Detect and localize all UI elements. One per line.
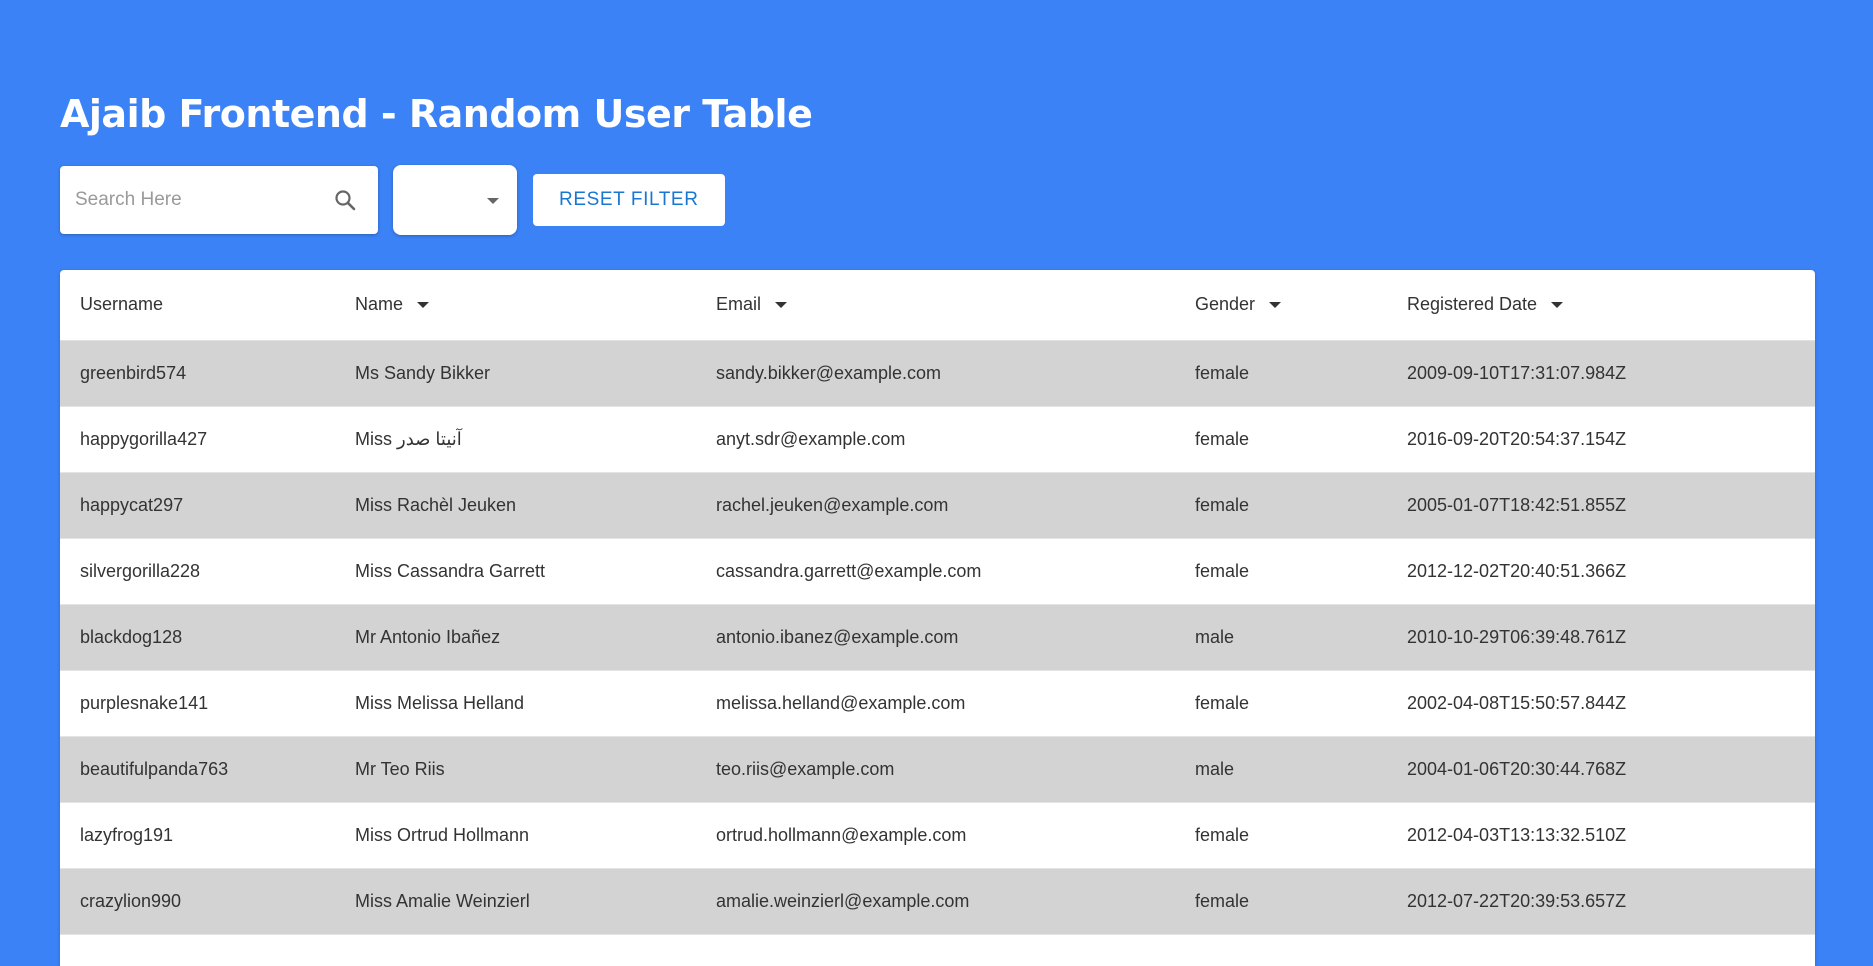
- cell-gender: male: [1195, 736, 1407, 803]
- cell-gender: female: [1195, 670, 1407, 737]
- table-row: crazylion990 Miss Amalie Weinzierl amali…: [60, 868, 1815, 935]
- user-table-card: Username Name Email Gender Registered Da…: [60, 270, 1815, 966]
- table-row: purplesnake141 Miss Melissa Helland meli…: [60, 670, 1815, 737]
- cell-email: melissa.helland@example.com: [716, 670, 1195, 737]
- cell-name: Miss Rachèl Jeuken: [355, 472, 716, 539]
- table-row: happycat297 Miss Rachèl Jeuken rachel.je…: [60, 472, 1815, 539]
- gender-filter-select[interactable]: [393, 165, 517, 235]
- table-row: blackdog128 Mr Antonio Ibañez antonio.ib…: [60, 604, 1815, 671]
- cell-gender: female: [1195, 868, 1407, 935]
- cell-username: happycat297: [60, 472, 355, 539]
- table-header-row: Username Name Email Gender Registered Da…: [60, 270, 1815, 341]
- table-row: lazyfrog191 Miss Ortrud Hollmann ortrud.…: [60, 802, 1815, 869]
- cell-email: sandy.bikker@example.com: [716, 340, 1195, 407]
- column-header-label: Username: [80, 294, 164, 315]
- cell-email: cassandra.garrett@example.com: [716, 538, 1195, 605]
- cell-username: silvergorilla228: [60, 538, 355, 605]
- cell-username: crazylion990: [60, 868, 355, 935]
- cell-gender: male: [1195, 604, 1407, 671]
- cell-email: amalie.weinzierl@example.com: [716, 868, 1195, 935]
- column-header-label: Gender: [1195, 294, 1256, 315]
- table-row: greenbird574 Ms Sandy Bikker sandy.bikke…: [60, 340, 1815, 407]
- cell-email: teo.riis@example.com: [716, 736, 1195, 803]
- cell-username: lazyfrog191: [60, 802, 355, 869]
- sort-caret-icon[interactable]: [1269, 301, 1282, 308]
- cell-name: Miss Melissa Helland: [355, 670, 716, 737]
- cell-name: Miss آنیتا صدر: [355, 406, 716, 473]
- page-title: Ajaib Frontend - Random User Table: [60, 92, 813, 136]
- search-icon[interactable]: [332, 187, 358, 213]
- cell-gender: female: [1195, 538, 1407, 605]
- search-input[interactable]: [75, 189, 332, 211]
- cell-gender: female: [1195, 340, 1407, 407]
- cell-email: ortrud.hollmann@example.com: [716, 802, 1195, 869]
- cell-email: antonio.ibanez@example.com: [716, 604, 1195, 671]
- cell-gender: female: [1195, 472, 1407, 539]
- cell-username: beautifulpanda763: [60, 736, 355, 803]
- cell-registered-date: 2012-07-22T20:39:53.657Z: [1407, 868, 1815, 935]
- sort-caret-icon[interactable]: [1551, 301, 1564, 308]
- sort-caret-icon[interactable]: [775, 301, 788, 308]
- search-box[interactable]: [60, 166, 378, 234]
- cell-name: Miss Amalie Weinzierl: [355, 868, 716, 935]
- reset-filter-button[interactable]: RESET FILTER: [533, 174, 725, 226]
- filter-toolbar: RESET FILTER: [60, 165, 725, 235]
- cell-username: happygorilla427: [60, 406, 355, 473]
- chevron-down-icon: [487, 198, 499, 204]
- cell-username: greenbird574: [60, 340, 355, 407]
- cell-registered-date: 2004-01-06T20:30:44.768Z: [1407, 736, 1815, 803]
- cell-name: Ms Sandy Bikker: [355, 340, 716, 407]
- cell-name: Mr Antonio Ibañez: [355, 604, 716, 671]
- cell-email: anyt.sdr@example.com: [716, 406, 1195, 473]
- column-header-name[interactable]: Name: [355, 270, 716, 341]
- user-table: Username Name Email Gender Registered Da…: [60, 270, 1815, 935]
- cell-username: blackdog128: [60, 604, 355, 671]
- column-header-email[interactable]: Email: [716, 270, 1195, 341]
- table-row: happygorilla427 Miss آنیتا صدر anyt.sdr@…: [60, 406, 1815, 473]
- cell-username: purplesnake141: [60, 670, 355, 737]
- sort-caret-icon[interactable]: [417, 301, 430, 308]
- column-header-gender[interactable]: Gender: [1195, 270, 1407, 341]
- table-row: beautifulpanda763 Mr Teo Riis teo.riis@e…: [60, 736, 1815, 803]
- cell-gender: female: [1195, 406, 1407, 473]
- column-header-registered-date[interactable]: Registered Date: [1407, 270, 1815, 341]
- cell-registered-date: 2005-01-07T18:42:51.855Z: [1407, 472, 1815, 539]
- column-header-label: Name: [355, 294, 404, 315]
- cell-name: Miss Ortrud Hollmann: [355, 802, 716, 869]
- cell-gender: female: [1195, 802, 1407, 869]
- cell-registered-date: 2002-04-08T15:50:57.844Z: [1407, 670, 1815, 737]
- cell-registered-date: 2009-09-10T17:31:07.984Z: [1407, 340, 1815, 407]
- column-header-username: Username: [60, 270, 355, 341]
- cell-email: rachel.jeuken@example.com: [716, 472, 1195, 539]
- cell-registered-date: 2012-12-02T20:40:51.366Z: [1407, 538, 1815, 605]
- cell-registered-date: 2010-10-29T06:39:48.761Z: [1407, 604, 1815, 671]
- cell-name: Mr Teo Riis: [355, 736, 716, 803]
- column-header-label: Registered Date: [1407, 294, 1538, 315]
- table-row: silvergorilla228 Miss Cassandra Garrett …: [60, 538, 1815, 605]
- cell-registered-date: 2016-09-20T20:54:37.154Z: [1407, 406, 1815, 473]
- cell-registered-date: 2012-04-03T13:13:32.510Z: [1407, 802, 1815, 869]
- cell-name: Miss Cassandra Garrett: [355, 538, 716, 605]
- column-header-label: Email: [716, 294, 762, 315]
